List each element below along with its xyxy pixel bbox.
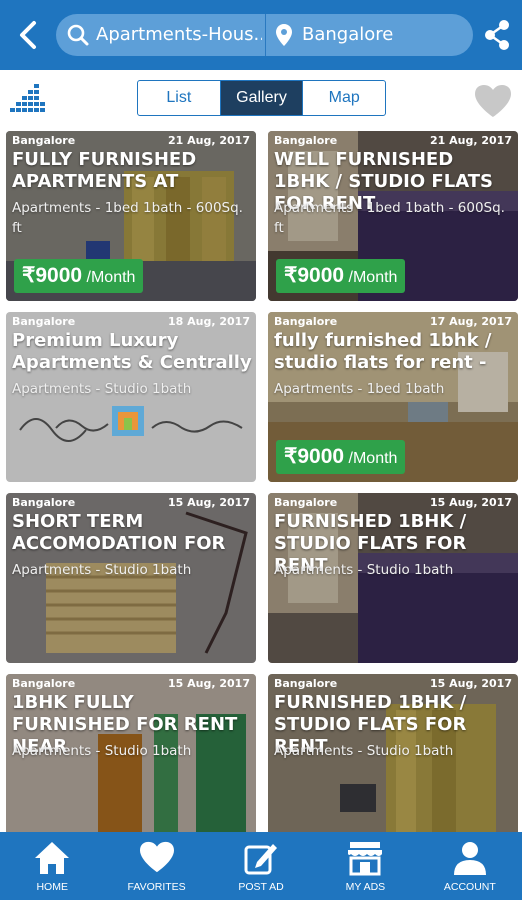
listing-date: 15 Aug, 2017 [430,677,512,690]
lifestyle-enclave-logo [19,406,243,442]
listing-city: Bangalore [12,315,76,328]
listing-card[interactable]: Bangalore 21 Aug, 2017 WELL FURNISHED 1B… [268,131,518,301]
price-badge: ₹9000 /Month [276,259,406,293]
listing-title: SHORT TERM ACCOMODATION FOR [12,511,226,554]
price-period: /Month [348,269,398,286]
listing-date: 15 Aug, 2017 [168,496,250,509]
listing-details: Apartments - Studio 1bath [274,562,454,578]
listing-card[interactable]: Bangalore 15 Aug, 2017 FURNISHED 1BHK / … [268,493,518,663]
price-amount: ₹9000 [284,264,345,287]
listing-city: Bangalore [274,677,338,690]
search-icon [67,24,89,46]
listing-details: Apartments - Studio 1bath [12,743,192,759]
nav-favorites[interactable]: FAVORITES [104,832,208,900]
tab-gallery[interactable]: Gallery [219,81,303,115]
listing-date: 18 Aug, 2017 [168,315,250,328]
listing-date: 15 Aug, 2017 [430,496,512,509]
listing-card[interactable]: Bangalore 15 Aug, 2017 FURNISHED 1BHK / … [268,674,518,832]
equalizer-filter-icon[interactable] [10,82,46,114]
listing-details: Apartments - 1bed 1bath - 600Sq. ft [274,200,505,236]
share-icon[interactable] [482,19,512,51]
price-amount: ₹9000 [22,264,83,287]
listing-card[interactable]: Bangalore 21 Aug, 2017 FULLY FURNISHED A… [6,131,256,301]
listing-details: Apartments - Studio 1bath [12,562,192,578]
nav-account[interactable]: ACCOUNT [418,832,522,900]
tab-map[interactable]: Map [302,81,385,115]
listing-details: Apartments - Studio 1bath [12,381,192,397]
person-icon [453,842,486,875]
listing-gallery: Bangalore 21 Aug, 2017 FULLY FURNISHED A… [0,128,522,832]
nav-label: HOME [36,881,68,893]
favorite-heart-icon[interactable] [473,83,513,119]
price-period: /Month [86,269,136,286]
price-amount: ₹9000 [284,445,345,468]
nav-label: POST AD [238,881,284,893]
view-toolbar: List Gallery Map [0,70,522,128]
search-divider [265,14,266,56]
listing-date: 21 Aug, 2017 [168,134,250,147]
bottom-navigation: HOME FAVORITES POST AD MY ADS ACCOUNT [0,832,522,900]
nav-label: FAVORITES [127,881,186,893]
listing-city: Bangalore [12,496,76,509]
listing-date: 15 Aug, 2017 [168,677,250,690]
listing-card[interactable]: Bangalore 15 Aug, 2017 SHORT TERM ACCOMO… [6,493,256,663]
listing-card[interactable]: Bangalore 17 Aug, 2017 fully furnished 1… [268,312,518,482]
nav-label: MY ADS [345,881,386,893]
price-badge: ₹9000 /Month [276,440,406,474]
listing-city: Bangalore [274,134,338,147]
listing-title: FULLY FURNISHED APARTMENTS AT [12,149,197,192]
listing-city: Bangalore [274,315,338,328]
listing-city: Bangalore [12,134,76,147]
price-period: /Month [348,450,398,467]
listing-title: fully furnished 1bhk / studio flats for … [274,330,492,373]
listing-details: Apartments - 1bed 1bath [274,381,445,397]
app-bar: Apartments-Hous... Bangalore [0,0,522,70]
location-field[interactable]: Bangalore [302,23,462,47]
store-icon [348,842,383,876]
listing-date: 17 Aug, 2017 [430,315,512,328]
view-mode-toggle: List Gallery Map [137,80,386,116]
nav-label: ACCOUNT [443,881,496,893]
price-badge: ₹9000 /Month [14,259,144,293]
search-query[interactable]: Apartments-Hous... [96,23,262,47]
nav-post-ad[interactable]: POST AD [209,832,313,900]
tab-list[interactable]: List [138,81,220,115]
listing-card[interactable]: Bangalore 18 Aug, 2017 Premium Luxury Ap… [6,312,256,482]
listing-title: Premium Luxury Apartments & Centrally [12,330,252,373]
nav-my-ads[interactable]: MY ADS [313,832,417,900]
listing-details: Apartments - Studio 1bath [274,743,454,759]
edit-icon [244,844,278,875]
listing-details: Apartments - 1bed 1bath - 600Sq. ft [12,200,243,236]
listing-date: 21 Aug, 2017 [430,134,512,147]
listing-city: Bangalore [12,677,76,690]
home-icon [35,842,70,874]
search-bar[interactable]: Apartments-Hous... Bangalore [56,14,473,56]
nav-home[interactable]: HOME [0,832,104,900]
location-pin-icon [276,24,292,46]
back-arrow-icon[interactable] [12,18,44,52]
listing-card[interactable]: Bangalore 15 Aug, 2017 1BHK FULLY FURNIS… [6,674,256,832]
listing-city: Bangalore [274,496,338,509]
heart-icon [139,841,174,873]
